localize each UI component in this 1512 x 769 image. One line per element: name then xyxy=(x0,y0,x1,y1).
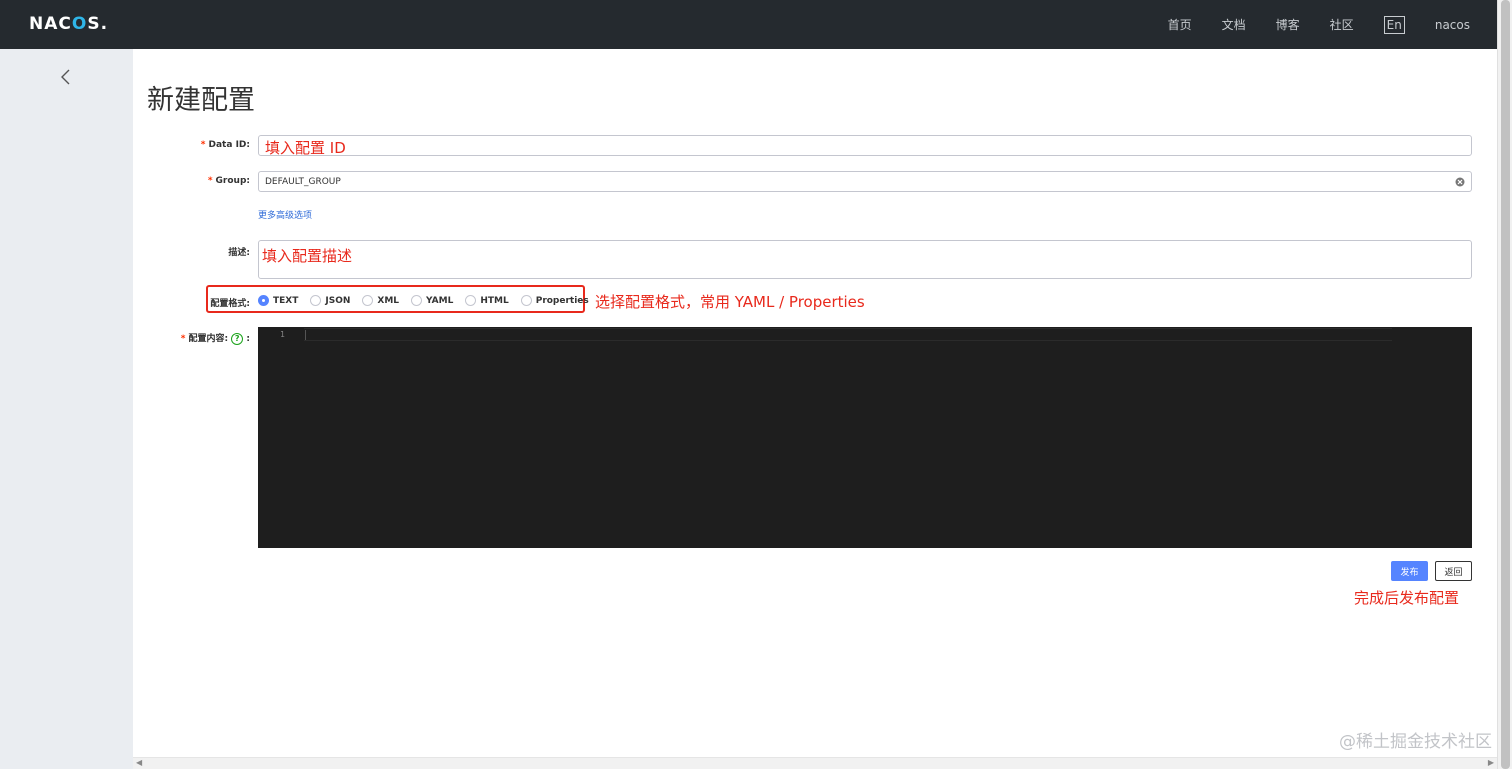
group-value: DEFAULT_GROUP xyxy=(265,177,341,187)
data-id-label: * Data ID: xyxy=(200,140,250,150)
editor-gutter: 1 xyxy=(258,327,304,548)
user-menu[interactable]: nacos xyxy=(1435,18,1470,32)
format-radio-group: TEXT JSON XML YAML HTML Properties xyxy=(258,295,601,306)
radio-circle[interactable] xyxy=(411,295,423,306)
clear-icon[interactable] xyxy=(1455,177,1465,187)
content-label: * 配置内容: ? : xyxy=(180,332,250,345)
nav-docs[interactable]: 文档 xyxy=(1222,16,1246,33)
radio-circle-selected[interactable] xyxy=(258,295,269,306)
back-button[interactable]: 返回 xyxy=(1435,561,1472,581)
data-id-value: 填入配置 ID xyxy=(265,139,346,157)
chevron-left-icon[interactable] xyxy=(58,68,74,86)
description-value: 填入配置描述 xyxy=(262,247,353,265)
line-number: 1 xyxy=(280,330,285,339)
radio-html[interactable]: HTML xyxy=(465,295,509,306)
radio-xml[interactable]: XML xyxy=(362,295,399,306)
language-switch[interactable]: En xyxy=(1383,15,1405,34)
group-label: * Group: xyxy=(207,176,250,186)
format-label: 配置格式: xyxy=(210,299,250,309)
help-icon[interactable]: ? xyxy=(231,332,244,345)
radio-circle[interactable] xyxy=(362,295,374,306)
publish-button[interactable]: 发布 xyxy=(1391,561,1428,581)
description-label: 描述: xyxy=(228,248,250,258)
more-advanced-options-link[interactable]: 更多高级选项 xyxy=(258,208,312,221)
sidebar xyxy=(0,49,133,769)
vertical-scrollbar[interactable] xyxy=(1497,0,1512,769)
config-content-editor[interactable]: 1 xyxy=(258,327,1472,548)
text-cursor xyxy=(305,330,306,340)
watermark: @稀土掘金技术社区 xyxy=(1339,732,1492,752)
top-navbar: NACOS. 首页 文档 博客 社区 En nacos xyxy=(0,0,1497,49)
page-title: 新建配置 xyxy=(147,85,255,116)
current-line-highlight xyxy=(304,328,1392,341)
group-input[interactable]: DEFAULT_GROUP xyxy=(258,171,1472,192)
top-nav: 首页 文档 博客 社区 En nacos xyxy=(1138,0,1470,49)
radio-circle[interactable] xyxy=(465,295,477,306)
description-textarea[interactable]: 填入配置描述 xyxy=(258,240,1472,279)
nacos-logo[interactable]: NACOS. xyxy=(29,14,108,34)
radio-text[interactable]: TEXT xyxy=(258,295,298,306)
scroll-left-arrow-icon[interactable]: ◀ xyxy=(136,758,142,767)
radio-json[interactable]: JSON xyxy=(310,295,350,306)
radio-yaml[interactable]: YAML xyxy=(411,295,453,306)
radio-properties[interactable]: Properties xyxy=(520,295,589,306)
nav-blog[interactable]: 博客 xyxy=(1276,16,1300,33)
radio-circle[interactable] xyxy=(520,295,532,306)
data-id-input[interactable]: 填入配置 ID xyxy=(258,135,1472,157)
horizontal-scrollbar[interactable]: ◀ ▶ xyxy=(133,757,1497,769)
radio-circle[interactable] xyxy=(310,295,322,306)
format-annotation: 选择配置格式，常用 YAML / Properties xyxy=(595,293,865,311)
publish-annotation: 完成后发布配置 xyxy=(1354,589,1460,607)
nav-community[interactable]: 社区 xyxy=(1330,16,1354,33)
scrollbar-thumb[interactable] xyxy=(1501,0,1510,769)
nav-home[interactable]: 首页 xyxy=(1168,16,1192,33)
scroll-right-arrow-icon[interactable]: ▶ xyxy=(1488,758,1494,767)
